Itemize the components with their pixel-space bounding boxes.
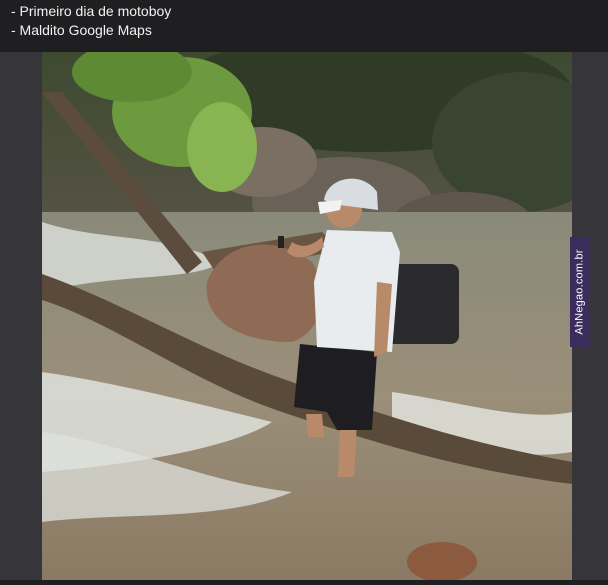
site-watermark: AhNegao.com.br [570,237,589,347]
caption-line-1: - Primeiro dia de motoboy [11,3,172,19]
watermark-text: AhNegao.com.br [573,249,586,335]
river-photo [42,52,572,580]
caption-line-2: - Maldito Google Maps [11,22,152,38]
meme-caption: - Primeiro dia de motoboy - Maldito Goog… [0,0,608,52]
bottom-bar [0,580,608,585]
